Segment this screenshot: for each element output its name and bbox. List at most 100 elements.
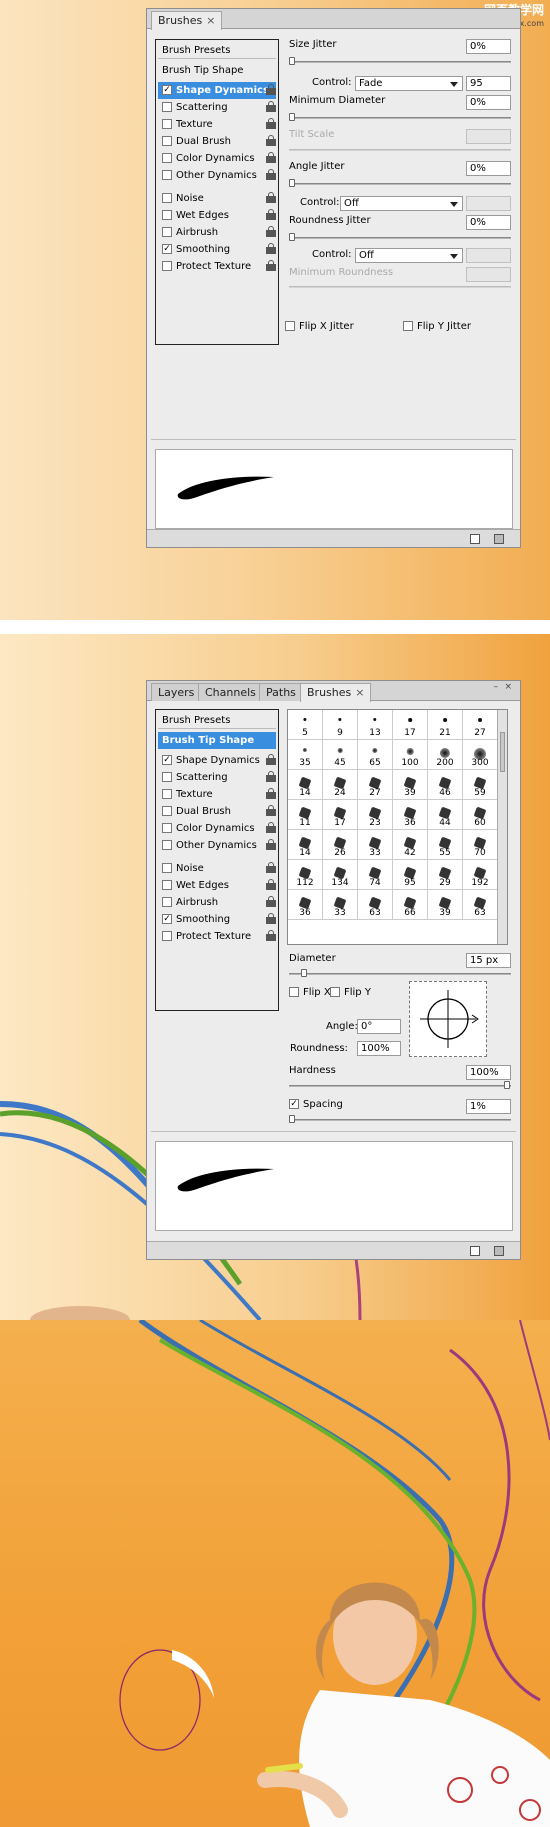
- trash-icon[interactable]: [494, 534, 504, 544]
- brush-option-airbrush[interactable]: Airbrush: [158, 224, 276, 241]
- lock-icon[interactable]: [266, 209, 276, 220]
- brush-presets-item[interactable]: Brush Presets: [158, 712, 276, 729]
- close-icon[interactable]: ×: [355, 686, 364, 699]
- tab-channels[interactable]: Channels: [198, 683, 263, 701]
- lock-icon[interactable]: [266, 879, 276, 890]
- brush-preset-cell[interactable]: 24: [323, 770, 358, 800]
- diameter-input[interactable]: 15 px: [466, 953, 511, 968]
- brush-option-wet-edges[interactable]: Wet Edges: [158, 877, 276, 894]
- lock-icon[interactable]: [266, 192, 276, 203]
- lock-icon[interactable]: [266, 260, 276, 271]
- brush-preset-cell[interactable]: 60: [463, 800, 498, 830]
- brush-option-checkbox[interactable]: [162, 897, 172, 907]
- brush-preset-cell[interactable]: 192: [463, 860, 498, 890]
- brush-preset-cell[interactable]: 17: [393, 710, 428, 740]
- angle-jitter-slider[interactable]: [289, 179, 511, 187]
- lock-icon[interactable]: [266, 805, 276, 816]
- brush-preset-cell[interactable]: 21: [428, 710, 463, 740]
- brush-option-checkbox[interactable]: [162, 210, 172, 220]
- brush-preset-cell[interactable]: 63: [358, 890, 393, 920]
- brush-tip-shape-item[interactable]: Brush Tip Shape: [158, 732, 276, 749]
- brush-option-checkbox[interactable]: [162, 772, 172, 782]
- tab-paths[interactable]: Paths: [259, 683, 303, 701]
- slider-knob[interactable]: [504, 1081, 510, 1089]
- slider-knob[interactable]: [289, 113, 295, 121]
- brush-option-checkbox[interactable]: [162, 823, 172, 833]
- fade-steps-input[interactable]: 95: [466, 76, 511, 91]
- close-icon[interactable]: ×: [206, 14, 215, 27]
- flip-y-checkbox[interactable]: [330, 987, 340, 997]
- brush-preset-cell[interactable]: 300: [463, 740, 498, 770]
- brush-option-checkbox[interactable]: [162, 227, 172, 237]
- new-preset-icon[interactable]: [470, 1246, 480, 1256]
- brush-preset-cell[interactable]: 23: [358, 800, 393, 830]
- control-select-1[interactable]: Fade: [355, 76, 463, 91]
- lock-icon[interactable]: [266, 822, 276, 833]
- angle-input[interactable]: 0°: [357, 1019, 401, 1034]
- lock-icon[interactable]: [266, 754, 276, 765]
- brush-preset-cell[interactable]: 5: [288, 710, 323, 740]
- brush-option-texture[interactable]: Texture: [158, 116, 276, 133]
- brush-option-checkbox[interactable]: [162, 170, 172, 180]
- brush-preset-cell[interactable]: 39: [393, 770, 428, 800]
- spacing-input[interactable]: 1%: [466, 1099, 511, 1114]
- brush-preset-cell[interactable]: 27: [358, 770, 393, 800]
- brush-preset-cell[interactable]: 33: [358, 830, 393, 860]
- brush-option-checkbox[interactable]: ✓: [162, 244, 172, 254]
- lock-icon[interactable]: [266, 930, 276, 941]
- brush-preset-cell[interactable]: 39: [428, 890, 463, 920]
- flip-x-jitter-checkbox[interactable]: [285, 321, 295, 331]
- brush-preset-cell[interactable]: 134: [323, 860, 358, 890]
- size-jitter-slider[interactable]: [289, 57, 511, 65]
- brush-option-checkbox[interactable]: [162, 863, 172, 873]
- brush-preset-cell[interactable]: 33: [323, 890, 358, 920]
- minimum-diameter-slider[interactable]: [289, 113, 511, 121]
- brush-preset-cell[interactable]: 9: [323, 710, 358, 740]
- brush-option-airbrush[interactable]: Airbrush: [158, 894, 276, 911]
- flip-x-checkbox[interactable]: [289, 987, 299, 997]
- brush-preset-cell[interactable]: 46: [428, 770, 463, 800]
- brush-preset-cell[interactable]: 36: [393, 800, 428, 830]
- brush-option-checkbox[interactable]: [162, 153, 172, 163]
- brush-option-texture[interactable]: Texture: [158, 786, 276, 803]
- brush-preset-cell[interactable]: 66: [393, 890, 428, 920]
- lock-icon[interactable]: [266, 862, 276, 873]
- brush-option-protect-texture[interactable]: Protect Texture: [158, 258, 276, 275]
- brush-grid-scrollbar[interactable]: [497, 710, 507, 944]
- tab-brushes[interactable]: Brushes ×: [300, 683, 372, 702]
- angle-roundness-widget[interactable]: [409, 981, 487, 1057]
- brush-option-checkbox[interactable]: [162, 136, 172, 146]
- tab-brushes[interactable]: Brushes ×: [151, 11, 223, 30]
- close-icon[interactable]: ×: [504, 682, 512, 692]
- angle-jitter-input[interactable]: 0%: [466, 161, 511, 176]
- lock-icon[interactable]: [266, 152, 276, 163]
- brush-preset-cell[interactable]: 45: [323, 740, 358, 770]
- brush-option-color-dynamics[interactable]: Color Dynamics: [158, 820, 276, 837]
- roundness-jitter-input[interactable]: 0%: [466, 215, 511, 230]
- brush-option-checkbox[interactable]: [162, 193, 172, 203]
- lock-icon[interactable]: [266, 84, 276, 95]
- brush-option-noise[interactable]: Noise: [158, 860, 276, 877]
- brush-option-protect-texture[interactable]: Protect Texture: [158, 928, 276, 945]
- minimize-icon[interactable]: –: [494, 682, 499, 692]
- lock-icon[interactable]: [266, 101, 276, 112]
- slider-knob[interactable]: [289, 233, 295, 241]
- brush-preset-cell[interactable]: 26: [323, 830, 358, 860]
- brush-option-shape-dynamics[interactable]: ✓ Shape Dynamics: [158, 82, 276, 99]
- brush-option-other-dynamics[interactable]: Other Dynamics: [158, 837, 276, 854]
- lock-icon[interactable]: [266, 243, 276, 254]
- lock-icon[interactable]: [266, 839, 276, 850]
- brush-preset-cell[interactable]: 95: [393, 860, 428, 890]
- size-jitter-input[interactable]: 0%: [466, 39, 511, 54]
- brush-option-dual-brush[interactable]: Dual Brush: [158, 133, 276, 150]
- diameter-slider[interactable]: [289, 969, 511, 977]
- brush-preset-cell[interactable]: 100: [393, 740, 428, 770]
- brush-option-checkbox[interactable]: [162, 119, 172, 129]
- brush-option-scattering[interactable]: Scattering: [158, 99, 276, 116]
- brush-option-checkbox[interactable]: [162, 840, 172, 850]
- control-select-3[interactable]: Off: [355, 248, 463, 263]
- brush-preset-cell[interactable]: 59: [463, 770, 498, 800]
- brush-tip-shape-item[interactable]: Brush Tip Shape: [158, 62, 276, 79]
- brush-option-shape-dynamics[interactable]: ✓ Shape Dynamics: [158, 752, 276, 769]
- hardness-slider[interactable]: [289, 1081, 511, 1089]
